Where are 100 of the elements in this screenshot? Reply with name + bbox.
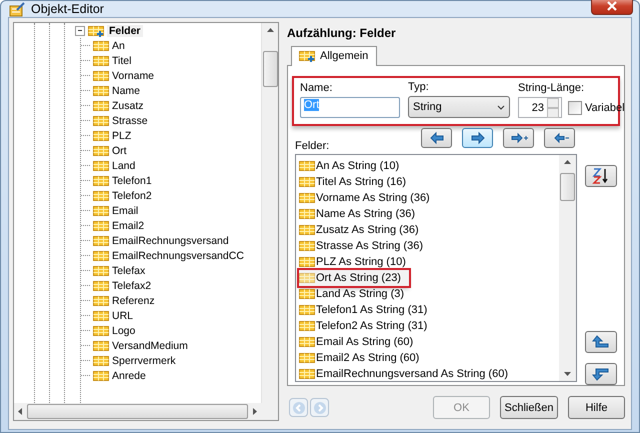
tree-item[interactable]: Strasse <box>112 114 148 126</box>
tree-item[interactable]: Name <box>112 84 140 96</box>
table-icon <box>299 272 315 284</box>
table-icon <box>299 240 315 252</box>
table-icon <box>93 144 109 156</box>
table-icon <box>299 176 315 188</box>
type-dropdown[interactable]: String <box>408 96 510 118</box>
close-button[interactable] <box>591 0 633 15</box>
table-icon <box>299 336 315 348</box>
field-label: Typ: <box>408 81 430 93</box>
scroll-left-icon[interactable] <box>18 408 23 415</box>
tree-item[interactable]: EmailRechnungsversandCC <box>112 250 244 262</box>
tree-item[interactable]: Telefon2 <box>112 190 152 202</box>
table-icon <box>93 54 109 66</box>
chevron-down-icon <box>497 104 505 110</box>
toolbar-button[interactable] <box>503 128 534 148</box>
list-item[interactable]: EmailRechnungsversand As String (60) <box>299 366 559 381</box>
tree-item[interactable]: Referenz <box>112 294 155 306</box>
tree-item[interactable]: Titel <box>112 54 132 66</box>
table-icon <box>93 280 109 292</box>
table-icon <box>299 288 315 300</box>
field-label: String-Länge: <box>518 82 586 94</box>
scrollbar-thumb[interactable] <box>560 173 575 201</box>
tab[interactable]: Allgemein <box>291 46 378 66</box>
tree-item[interactable]: Telefax <box>112 264 146 276</box>
list-item[interactable]: Name As String (36) <box>299 206 559 222</box>
table-icon <box>93 204 109 216</box>
table-icon <box>93 294 109 306</box>
list-item[interactable]: Strasse As String (36) <box>299 238 559 254</box>
scroll-right-icon[interactable] <box>252 408 257 415</box>
scrollbar-thumb[interactable] <box>262 51 278 87</box>
collapse-toggle[interactable] <box>75 26 85 36</box>
horizontal-scrollbar[interactable] <box>14 403 261 420</box>
tree-item[interactable]: Zusatz <box>112 100 144 112</box>
table-icon <box>93 174 109 186</box>
tree-item[interactable]: Felder <box>107 24 143 36</box>
length-spinner[interactable]: 23 <box>518 97 562 118</box>
tree-item[interactable]: Telefon1 <box>112 174 152 186</box>
list-item[interactable]: Ort As String (23) <box>299 270 409 286</box>
list-item[interactable]: Land As String (3) <box>299 286 559 302</box>
list-item[interactable]: Vorname As String (36) <box>299 190 559 206</box>
vertical-scrollbar[interactable] <box>261 23 278 403</box>
table-icon <box>93 354 109 366</box>
list-item[interactable]: An As String (10) <box>299 158 559 174</box>
table-icon <box>299 208 315 220</box>
list-item[interactable]: PLZ As String (10) <box>299 254 559 270</box>
down-arrow-icon <box>592 367 610 381</box>
editor-icon <box>9 1 25 17</box>
list-item[interactable]: Zusatz As String (36) <box>299 222 559 238</box>
arrow-plus-icon <box>508 130 528 146</box>
tree-item[interactable]: Logo <box>112 324 136 336</box>
sort-button[interactable] <box>585 165 617 187</box>
window-title: Objekt-Editor <box>31 2 104 16</box>
list-item[interactable]: Email2 As String (60) <box>299 350 559 366</box>
table-icon <box>93 264 109 276</box>
move-down-button[interactable] <box>585 363 617 385</box>
table-icon <box>93 84 109 96</box>
table-icon <box>93 234 109 246</box>
tree-item[interactable]: Ort <box>112 144 127 156</box>
vertical-scrollbar[interactable] <box>559 155 576 381</box>
list-item[interactable]: Titel As String (16) <box>299 174 559 190</box>
list-item[interactable]: Telefon2 As String (31) <box>299 318 559 334</box>
tree-item[interactable]: Land <box>112 160 136 172</box>
table-icon <box>93 370 109 382</box>
table-icon <box>93 324 109 336</box>
table-icon <box>299 304 315 316</box>
dialog-button[interactable]: Hilfe <box>568 396 625 419</box>
table-icon <box>299 224 315 236</box>
table-icon <box>93 160 109 172</box>
scrollbar-thumb[interactable] <box>27 404 248 419</box>
table-icon <box>299 160 315 172</box>
list-item[interactable]: Email As String (60) <box>299 334 559 350</box>
tree-item[interactable]: URL <box>112 310 134 322</box>
table-icon <box>93 250 109 262</box>
tree-item[interactable]: Vorname <box>112 70 154 82</box>
tree-item[interactable]: An <box>112 40 125 52</box>
move-up-button[interactable] <box>585 331 617 353</box>
tree-item[interactable]: VersandMedium <box>112 340 188 352</box>
list-item[interactable]: Telefon1 As String (31) <box>299 302 559 318</box>
list-label: Felder: <box>295 140 330 152</box>
tree-item[interactable]: Email <box>112 204 138 216</box>
tree-item[interactable]: EmailRechnungsversand <box>112 234 229 246</box>
toolbar-button[interactable] <box>421 128 452 148</box>
sort-az-icon <box>592 167 610 185</box>
tree-item[interactable]: Telefax2 <box>112 280 152 292</box>
tree-item[interactable]: Anrede <box>112 370 146 382</box>
field-label: Name: <box>300 82 334 94</box>
table-icon <box>299 320 315 332</box>
table-add-icon <box>88 24 104 36</box>
toolbar-button[interactable] <box>462 128 493 148</box>
toolbar-button[interactable] <box>544 128 575 148</box>
section-heading: Aufzählung: Felder <box>287 25 397 40</box>
up-arrow-icon <box>592 335 610 349</box>
tree-item[interactable]: Sperrvermerk <box>112 354 176 366</box>
dialog-button[interactable]: Schließen <box>500 396 558 419</box>
table-icon <box>93 100 109 112</box>
tree-item[interactable]: PLZ <box>112 130 132 142</box>
table-icon <box>93 340 109 352</box>
tree-item[interactable]: Email2 <box>112 220 144 232</box>
close-icon <box>607 1 617 11</box>
